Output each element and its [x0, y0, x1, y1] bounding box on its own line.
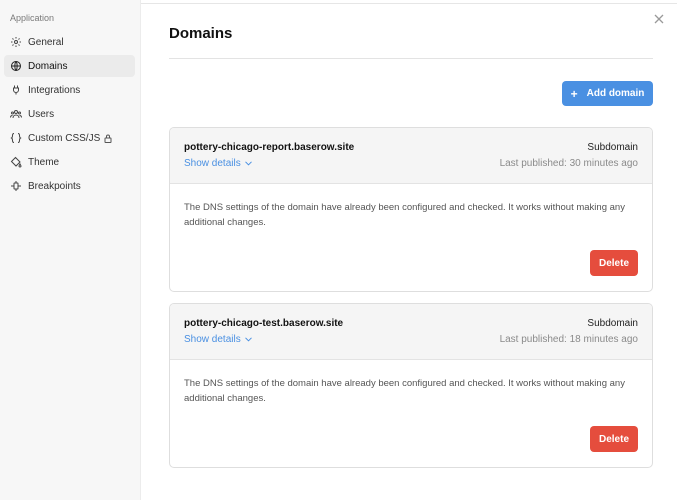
sidebar-item-theme[interactable]: Theme [4, 151, 135, 173]
chevron-down-icon [244, 337, 252, 342]
plug-icon [10, 84, 22, 96]
show-details-label: Show details [184, 158, 241, 169]
show-details-link[interactable]: Show details [184, 334, 252, 345]
sidebar-item-label: General [28, 36, 64, 48]
domain-type: Subdomain [587, 142, 638, 153]
close-icon[interactable] [653, 12, 665, 24]
sidebar-item-integrations[interactable]: Integrations [4, 79, 135, 101]
sidebar-item-general[interactable]: General [4, 31, 135, 53]
sidebar-item-custom-css-js[interactable]: Custom CSS/JS [4, 127, 135, 149]
domain-name: pottery-chicago-test.baserow.site [184, 318, 344, 329]
page-title: Domains [169, 25, 233, 42]
chevron-down-icon [244, 161, 252, 166]
show-details-link[interactable]: Show details [184, 158, 252, 169]
breakpoints-icon [10, 180, 22, 192]
users-icon [10, 108, 22, 120]
dns-status-message: The DNS settings of the domain have alre… [184, 202, 625, 228]
domain-name: pottery-chicago-report.baserow.site [184, 142, 355, 153]
domain-card: pottery-chicago-test.baserow.site Show d… [169, 303, 653, 468]
domains-panel: Domains + Add domain pottery-chicago-rep… [141, 0, 677, 500]
plus-icon: + [570, 86, 578, 101]
add-domain-label: Add domain [586, 88, 645, 99]
sidebar-item-label: Theme [28, 156, 60, 168]
last-published: Last published: 18 minutes ago [499, 334, 638, 345]
lock-icon [104, 134, 112, 143]
delete-domain-button[interactable]: Delete [590, 426, 638, 452]
domain-card-body: The DNS settings of the domain have alre… [170, 184, 652, 291]
sidebar-item-label: Breakpoints [28, 180, 81, 192]
show-details-label: Show details [184, 334, 241, 345]
domain-card: pottery-chicago-report.baserow.site Show… [169, 127, 653, 292]
settings-sidebar: Application General Domains Integrations… [0, 0, 141, 500]
globe-icon [10, 60, 22, 72]
domain-card-header: pottery-chicago-test.baserow.site Show d… [170, 304, 652, 360]
dns-status-message: The DNS settings of the domain have alre… [184, 378, 625, 404]
last-published: Last published: 30 minutes ago [499, 158, 638, 169]
braces-icon [10, 132, 22, 144]
sidebar-item-breakpoints[interactable]: Breakpoints [4, 175, 135, 197]
sidebar-item-domains[interactable]: Domains [4, 55, 135, 77]
sidebar-item-label: Integrations [28, 84, 81, 96]
sidebar-item-users[interactable]: Users [4, 103, 135, 125]
domain-card-header: pottery-chicago-report.baserow.site Show… [170, 128, 652, 184]
paint-bucket-icon [10, 156, 22, 168]
sidebar-item-label: Custom CSS/JS [28, 132, 101, 144]
domain-card-body: The DNS settings of the domain have alre… [170, 360, 652, 467]
sidebar-item-label: Domains [28, 60, 68, 72]
gear-icon [10, 36, 22, 48]
delete-domain-button[interactable]: Delete [590, 250, 638, 276]
sidebar-title: Application [10, 13, 55, 23]
title-divider [169, 58, 653, 59]
add-domain-button[interactable]: + Add domain [562, 81, 653, 106]
sidebar-item-label: Users [28, 108, 55, 120]
domain-type: Subdomain [587, 318, 638, 329]
